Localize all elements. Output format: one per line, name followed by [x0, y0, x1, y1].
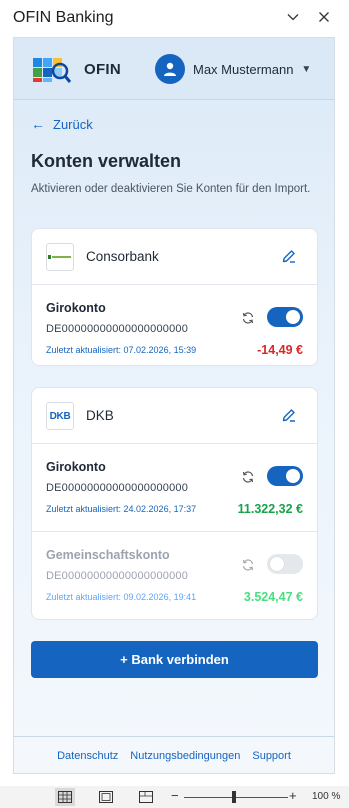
connect-bank-button[interactable]: + Bank verbinden	[31, 641, 318, 678]
zoom-level[interactable]: 100 %	[312, 791, 340, 802]
caret-down-icon: ▼	[301, 63, 312, 75]
account-row: Gemeinschaftskonto DE0000000000000000000…	[32, 531, 317, 619]
zoom-slider[interactable]	[184, 797, 288, 798]
bank-name: DKB	[86, 408, 114, 423]
page-layout-icon[interactable]	[96, 788, 116, 806]
app-header: OFIN Max Mustermann ▼	[14, 38, 334, 100]
title-bar: OFIN Banking	[0, 0, 349, 36]
account-name: Gemeinschaftskonto	[46, 548, 170, 562]
bank-name: Consorbank	[86, 249, 159, 264]
account-iban: DE00000000000000000000	[46, 323, 189, 335]
account-name: Girokonto	[46, 460, 106, 474]
window-title: OFIN Banking	[13, 9, 114, 26]
normal-view-icon[interactable]	[55, 788, 75, 806]
arrow-left-icon: ←	[31, 116, 45, 132]
account-iban: DE00000000000000000000	[46, 570, 189, 582]
sync-icon[interactable]	[241, 311, 255, 325]
account-iban: DE00000000000000000000	[46, 482, 189, 494]
user-name: Max Mustermann	[193, 61, 294, 77]
chevron-down-icon[interactable]	[282, 6, 304, 28]
account-toggle[interactable]	[267, 466, 303, 486]
sync-icon[interactable]	[241, 470, 255, 484]
account-balance: 11.322,32 €	[237, 502, 303, 516]
bank-card-consorbank: Consorbank Girokonto DE00000000000000000…	[31, 228, 318, 366]
back-link[interactable]: ← Zurück	[31, 116, 93, 132]
account-name: Girokonto	[46, 301, 106, 315]
zoom-out-button[interactable]: −	[171, 788, 179, 803]
consorbank-logo	[46, 243, 74, 271]
account-updated: Zuletzt aktualisiert: 07.02.2026, 15:39	[46, 345, 197, 355]
sync-icon[interactable]	[241, 558, 255, 572]
bank-card-dkb: DKB DKB Girokonto DE00000000000000000000…	[31, 387, 318, 620]
privacy-link[interactable]: Datenschutz	[57, 750, 118, 762]
user-menu[interactable]: Max Mustermann ▼	[155, 53, 311, 85]
status-bar: − + 100 %	[0, 786, 349, 808]
page-title: Konten verwalten	[31, 151, 182, 171]
back-label: Zurück	[53, 116, 93, 132]
account-toggle[interactable]	[267, 307, 303, 327]
zoom-in-button[interactable]: +	[289, 788, 297, 803]
account-balance: -14,49 €	[257, 343, 303, 357]
terms-link[interactable]: Nutzungsbedingungen	[130, 750, 240, 762]
page-description: Aktivieren oder deaktivieren Sie Konten …	[31, 183, 311, 195]
bank-card-header: Consorbank	[32, 229, 317, 285]
page-break-preview-icon[interactable]	[136, 788, 156, 806]
account-row: Girokonto DE00000000000000000000 Zuletzt…	[32, 444, 317, 531]
bank-card-header: DKB DKB	[32, 388, 317, 444]
account-row: Girokonto DE00000000000000000000 Zuletzt…	[32, 285, 317, 365]
account-updated: Zuletzt aktualisiert: 09.02.2026, 19:41	[46, 592, 197, 602]
support-link[interactable]: Support	[252, 750, 291, 762]
close-icon[interactable]	[313, 6, 335, 28]
account-toggle[interactable]	[267, 554, 303, 574]
edit-icon[interactable]	[281, 407, 299, 425]
zoom-slider-thumb[interactable]	[232, 791, 236, 803]
footer: Datenschutz Nutzungsbedingungen Support	[14, 736, 334, 773]
dkb-logo: DKB	[46, 402, 74, 430]
account-updated: Zuletzt aktualisiert: 24.02.2026, 17:37	[46, 504, 197, 514]
brand-name: OFIN	[84, 61, 122, 78]
user-icon	[155, 54, 185, 84]
add-in-pane: OFIN Max Mustermann ▼ ← Zurück Konten ve…	[13, 37, 335, 774]
edit-icon[interactable]	[281, 248, 299, 266]
account-balance: 3.524,47 €	[243, 590, 303, 604]
ofin-logo	[33, 58, 72, 83]
